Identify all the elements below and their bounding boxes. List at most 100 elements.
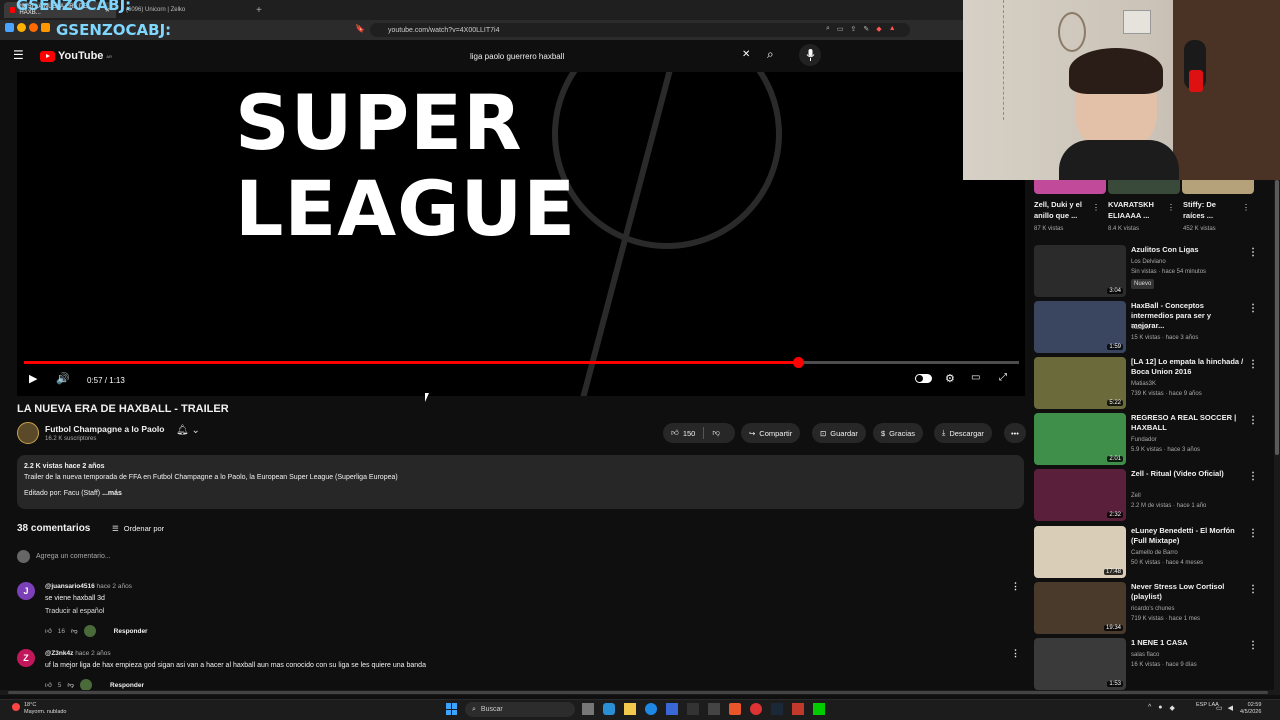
like-count[interactable]: 150 (683, 429, 696, 438)
related-video-item[interactable]: 17:48 eLuney Benedetti - El Morfón (Full … (1034, 526, 1274, 578)
notification-bell-icon[interactable]: 🔔︎ ⌄ (176, 425, 200, 436)
top-card-title[interactable]: Stiffy: De raíces ... (1183, 199, 1239, 221)
related-video-channel[interactable]: Matias3K (1131, 379, 1156, 389)
video-thumbnail[interactable]: 19:34 (1034, 582, 1126, 634)
taskbar-search[interactable]: ⌕ Buscar (465, 702, 575, 717)
related-video-title[interactable]: eLuney Benedetti - El Morfón (Full Mixta… (1131, 526, 1246, 546)
video-thumbnail[interactable]: 1:53 (1034, 638, 1126, 690)
top-card-title[interactable]: KVARATSKH ELIAAAA ... (1108, 199, 1168, 221)
video-player[interactable]: SUPER LEAGUE ▶ 🔊 0:57 / 1:13 ⚙ ▭ ⤢ (17, 72, 1025, 396)
autoplay-toggle[interactable] (915, 374, 932, 383)
top-card-title[interactable]: Zell, Duki y el anillo que ... (1034, 199, 1090, 221)
new-tab-icon[interactable]: + (250, 2, 268, 18)
app-icon[interactable] (750, 703, 762, 715)
show-more-link[interactable]: ...más (102, 490, 122, 497)
task-view-icon[interactable] (582, 703, 594, 715)
edge-icon[interactable] (645, 703, 657, 715)
related-video-title[interactable]: Azulitos Con Ligas (1131, 245, 1246, 255)
app-icon[interactable] (813, 703, 825, 715)
kebab-icon[interactable]: ⋮ (1248, 303, 1258, 314)
share-button[interactable]: ↪ Compartir (741, 423, 801, 443)
tray-app-icon[interactable]: ◆ (1170, 704, 1175, 712)
menu-icon[interactable]: ☰ (13, 48, 24, 62)
download-button[interactable]: ⤓ Descargar (934, 423, 992, 443)
voice-search-button[interactable] (799, 44, 821, 66)
clock[interactable]: 02:59 4/5/2026 (1240, 702, 1261, 716)
video-thumbnail[interactable]: 1:59 (1034, 301, 1126, 353)
commenter-avatar[interactable]: J (17, 582, 35, 600)
related-video-channel[interactable]: Los Delviano (1131, 257, 1166, 267)
related-video-channel[interactable]: Fundador (1131, 435, 1157, 445)
video-thumbnail[interactable]: 5:22 (1034, 357, 1126, 409)
volume-icon[interactable]: 🔊 (56, 372, 70, 385)
kebab-icon[interactable]: ⋮ (1248, 584, 1258, 595)
add-comment-field[interactable]: Agrega un comentario... (36, 553, 111, 560)
extensions-icon[interactable]: ✎ (863, 25, 869, 33)
dislike-icon[interactable]: 👎︎ (67, 681, 74, 689)
zoom-icon[interactable]: ⌕ (826, 25, 830, 33)
file-explorer-icon[interactable] (624, 703, 636, 715)
fullscreen-icon[interactable]: ⤢ (999, 372, 1007, 383)
search-input[interactable]: liga paolo guerrero haxball (462, 46, 760, 66)
related-video-channel[interactable]: salas flaco (1131, 650, 1159, 660)
share-icon[interactable]: ⇪ (851, 25, 857, 33)
kebab-icon[interactable]: ⋮ (1248, 640, 1258, 651)
like-icon[interactable]: 👍︎ (45, 627, 52, 635)
kebab-icon[interactable]: ⋮ (1248, 247, 1258, 258)
video-thumbnail[interactable]: 2:32 (1034, 469, 1126, 521)
related-video-title[interactable]: Never Stress Low Cortisol (playlist) (1131, 582, 1246, 602)
top-card-thumb[interactable] (1182, 180, 1254, 194)
app-icon[interactable] (792, 703, 804, 715)
related-video-item[interactable]: 5:22 [LA 12] Lo empata la hinchada / Boca… (1034, 357, 1274, 409)
channel-avatar[interactable] (17, 422, 39, 444)
tray-app-icon[interactable]: ● (1158, 704, 1162, 712)
related-video-channel[interactable]: Zell (1131, 491, 1141, 501)
kebab-icon[interactable]: ⋮ (1242, 203, 1250, 212)
comment-menu-icon[interactable]: ⋮ (1011, 648, 1020, 659)
comment-menu-icon[interactable]: ⋮ (1011, 581, 1020, 592)
related-video-channel[interactable]: Camello de Barro (1131, 548, 1178, 558)
app-icon[interactable] (687, 703, 699, 715)
top-card-thumb[interactable] (1108, 180, 1180, 194)
related-video-title[interactable]: REGRESO A REAL SOCCER | HAXBALL (1131, 413, 1246, 433)
bookmark-icon[interactable]: 🔖 (355, 24, 365, 33)
related-video-title[interactable]: [LA 12] Lo empata la hinchada / Boca Uni… (1131, 357, 1246, 377)
top-card-thumb[interactable] (1034, 180, 1106, 194)
thanks-button[interactable]: $ Gracias (873, 423, 924, 443)
search-icon[interactable]: ⌕ (767, 47, 774, 62)
kebab-icon[interactable]: ⋮ (1248, 359, 1258, 370)
weather-widget[interactable]: 18°C Mayorm. nublado (24, 702, 67, 716)
more-actions-icon[interactable]: ••• (1004, 423, 1026, 443)
windows-start-icon[interactable] (446, 703, 458, 715)
video-thumbnail[interactable]: 2:01 (1034, 413, 1126, 465)
like-icon[interactable]: 👍︎ (671, 428, 679, 438)
related-video-item[interactable]: 2:32 Zell - Ritual (Video Oficial) Zell 2.2… (1034, 469, 1274, 521)
clear-search-icon[interactable]: ✕ (742, 49, 750, 60)
comment-author[interactable]: @juansario4516 (45, 583, 95, 590)
related-video-item[interactable]: 3:04 Azulitos Con Ligas Los Delviano Sin vi… (1034, 245, 1274, 297)
save-button[interactable]: ⊡ Guardar (812, 423, 866, 443)
channel-name[interactable]: Futbol Champagne a lo Paolo (45, 424, 164, 434)
kebab-icon[interactable]: ⋮ (1248, 471, 1258, 482)
cast-icon[interactable]: ▭ (837, 25, 844, 33)
related-video-item[interactable]: 1:59 HaxBall - Conceptos intermedios para… (1034, 301, 1274, 353)
quick-settings[interactable]: ▭ ◀ (1216, 704, 1233, 712)
progress-bar[interactable] (24, 357, 1019, 368)
vertical-scrollbar[interactable] (1274, 180, 1280, 690)
related-video-channel[interactable]: Yashin (1131, 323, 1149, 333)
comment-author[interactable]: @Z3nk4z (45, 650, 73, 657)
kebab-icon[interactable]: ⋮ (1167, 203, 1175, 212)
play-icon[interactable]: ▶ (29, 372, 37, 385)
widgets-icon[interactable] (603, 703, 615, 715)
sort-comments-button[interactable]: ☰ Ordenar por (112, 524, 164, 533)
translate-link[interactable]: Traducir al español (45, 608, 104, 615)
steam-icon[interactable] (771, 703, 783, 715)
like-icon[interactable]: 👍︎ (45, 681, 52, 689)
rewards-icon[interactable]: ▲ (889, 25, 896, 33)
app-icon[interactable] (708, 703, 720, 715)
brave-shield-icon[interactable]: ◆ (876, 25, 881, 33)
tab-inactive[interactable]: (6096) Unicorn | Zelko (120, 2, 250, 18)
reply-button[interactable]: Responder (110, 682, 144, 689)
theater-mode-icon[interactable]: ▭ (971, 372, 980, 383)
reply-button[interactable]: Responder (114, 628, 148, 635)
